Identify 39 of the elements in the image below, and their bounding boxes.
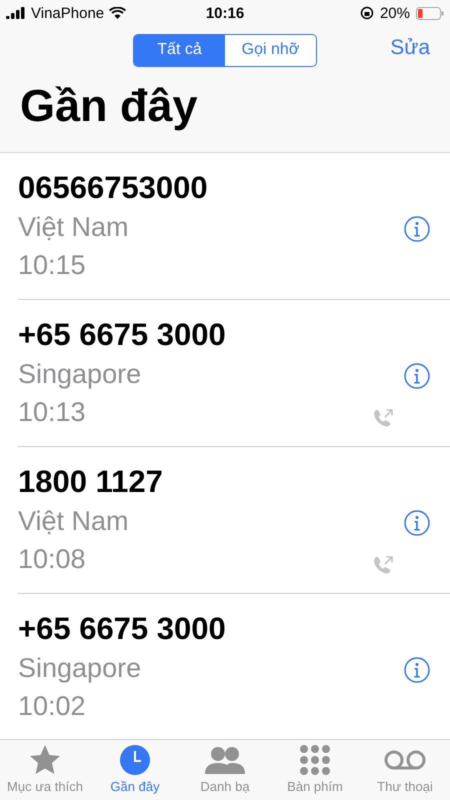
info-icon[interactable] [404,216,430,242]
call-time: 10:02 [18,690,87,723]
tab-bar-item[interactable]: Mục ưa thích [0,740,90,800]
phone-number: 06566753000 [18,170,209,206]
battery-percent: 20% [380,4,410,22]
call-time: 10:13 [18,396,87,429]
call-time: 10:15 [18,249,87,282]
battery-icon [416,6,444,20]
contacts-icon [204,744,246,776]
segment-tab[interactable]: Gọi nhỡ [225,34,316,66]
tab-bar-item[interactable]: Bàn phím [270,740,360,800]
status-time: 10:16 [206,4,244,22]
call-row[interactable]: 06566753000 Việt Nam 10:15 [18,153,450,300]
rotation-lock-icon [360,6,374,20]
phone-number: +65 6675 3000 [18,611,227,647]
call-location: Việt Nam [18,505,130,538]
carrier-name: VinaPhone [31,4,104,22]
call-location: Singapore [18,358,142,391]
signal-icon [6,7,26,19]
call-row[interactable]: +65 6675 3000 Singapore 10:13 [18,300,450,447]
info-icon[interactable] [404,510,430,536]
edit-button[interactable]: Sửa [390,36,430,60]
segment-tab[interactable]: Tất cả [134,34,225,66]
info-icon[interactable] [404,363,430,389]
star-icon [29,744,61,776]
clock-icon [119,744,151,776]
call-location: Việt Nam [18,211,130,244]
keypad-icon [299,744,331,776]
call-row[interactable]: 1800 1127 Việt Nam 10:08 [18,447,450,594]
tab-bar-item[interactable]: Danh bạ [180,740,270,800]
info-icon[interactable] [404,657,430,683]
tab-bar-item[interactable]: Thư thoại [360,740,450,800]
call-location: Singapore [18,652,142,685]
tab-bar-item[interactable]: Gần đây [90,740,180,800]
phone-number: +65 6675 3000 [18,317,227,353]
page-title: Gần đây [19,79,199,133]
phone-number: 1800 1127 [18,464,164,500]
wifi-icon [109,7,126,19]
call-time: 10:08 [18,543,87,576]
